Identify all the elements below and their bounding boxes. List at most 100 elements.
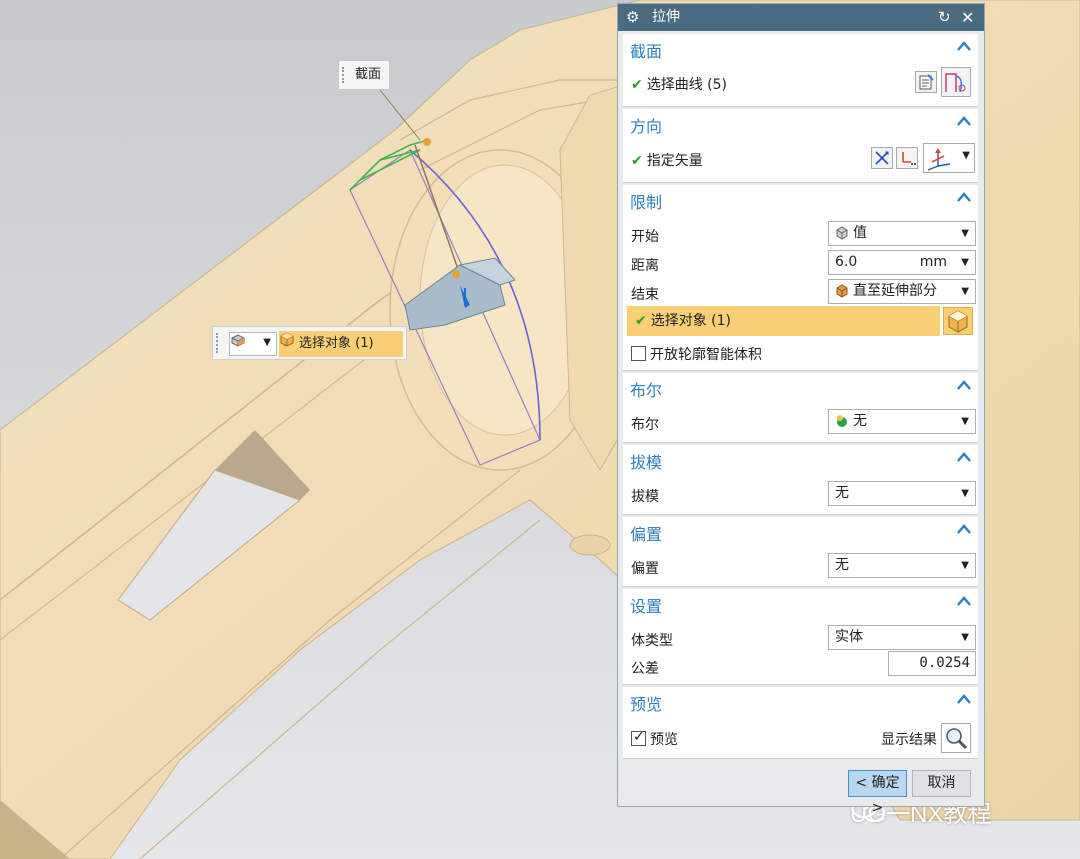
body-type-label: 体类型 xyxy=(631,633,673,649)
select-object-label: 选择对象 (1) xyxy=(650,313,732,329)
selection-mini-toolbar: ▼ ✔ 选择对象 (1) xyxy=(212,326,407,360)
body-type-dropdown[interactable]: 实体 ▼ xyxy=(828,625,976,650)
extrude-dialog: ⚙ 拉伸 ↻ ✕ 截面 ✔ 选择曲线 (5) 方向 ✔ 指定矢量 ▼ 限制 开始… xyxy=(617,3,985,816)
specify-vector-row[interactable]: ✔ 指定矢量 xyxy=(631,150,703,170)
select-curve-row[interactable]: ✔ 选择曲线 (5) xyxy=(631,74,727,94)
boolean-header[interactable]: 布尔 xyxy=(630,377,662,401)
section-callout-label: 截面 xyxy=(338,60,390,90)
offset-header[interactable]: 偏置 xyxy=(630,521,662,545)
section-group: 截面 ✔ 选择曲线 (5) xyxy=(623,34,978,107)
select-object-button[interactable] xyxy=(943,307,973,335)
select-object-row[interactable]: ✔ 选择对象 (1) xyxy=(627,306,940,336)
selection-filter-dropdown[interactable]: ▼ xyxy=(229,332,277,356)
offset-group: 偏置 偏置 无 ▼ xyxy=(623,517,978,587)
curve-button[interactable] xyxy=(941,67,971,97)
open-profile-checkbox[interactable] xyxy=(631,346,646,361)
boolean-value: 无 xyxy=(853,413,867,429)
boolean-none-icon xyxy=(837,415,847,427)
draft-dropdown[interactable]: 无 ▼ xyxy=(828,481,976,506)
collapse-icon[interactable] xyxy=(956,692,972,706)
select-object-label: 选择对象 (1) xyxy=(299,336,374,351)
start-value: 值 xyxy=(853,225,867,241)
collapse-icon[interactable] xyxy=(956,39,972,53)
curve-icon xyxy=(945,73,966,93)
limits-header[interactable]: 限制 xyxy=(630,189,662,213)
gear-icon[interactable]: ⚙ xyxy=(626,4,639,31)
draft-label: 拔模 xyxy=(631,489,659,505)
direction-header[interactable]: 方向 xyxy=(630,113,662,137)
boolean-dropdown[interactable]: 无 ▼ xyxy=(828,409,976,434)
collapse-icon[interactable] xyxy=(956,114,972,128)
distance-input[interactable]: 6.0 mm ▼ xyxy=(828,250,976,275)
preview-label: 预览 xyxy=(650,732,678,748)
preview-row[interactable]: 预览 xyxy=(631,729,678,749)
dialog-title: 拉伸 xyxy=(652,9,680,25)
offset-dropdown[interactable]: 无 ▼ xyxy=(828,553,976,578)
limits-group: 限制 开始 值 ▼ 距离 6.0 mm ▼ 结束 直至延伸部分 ▼ ✔ 选择对象 … xyxy=(623,185,978,371)
preview-group: 预览 预览 显示结果 xyxy=(623,687,978,759)
draft-value: 无 xyxy=(835,485,849,501)
body-type-value: 实体 xyxy=(835,629,863,645)
vector-type-dropdown[interactable]: ▼ xyxy=(923,143,975,173)
select-curve-label: 选择曲线 (5) xyxy=(646,77,728,93)
collapse-icon[interactable] xyxy=(956,190,972,204)
chevron-down-icon: ▼ xyxy=(962,150,970,161)
cube-icon xyxy=(948,310,968,333)
sketch-icon xyxy=(919,74,934,90)
chevron-down-icon: ▼ xyxy=(961,488,969,499)
distance-label: 距离 xyxy=(631,258,659,274)
chevron-down-icon: ▼ xyxy=(961,286,969,297)
show-result-label: 显示结果 xyxy=(881,732,937,748)
reverse-direction-button[interactable] xyxy=(871,147,893,169)
check-icon: ✔ xyxy=(631,153,643,169)
collapse-icon[interactable] xyxy=(956,450,972,464)
collapse-icon[interactable] xyxy=(956,378,972,392)
start-dropdown[interactable]: 值 ▼ xyxy=(828,221,976,246)
draft-header[interactable]: 拔模 xyxy=(630,449,662,473)
vector-dialog-button[interactable] xyxy=(896,147,918,169)
preview-checkbox[interactable] xyxy=(631,729,646,746)
chevron-down-icon: ▼ xyxy=(961,228,969,239)
select-object-field[interactable]: ✔ 选择对象 (1) xyxy=(279,331,403,357)
callout-text: 截面 xyxy=(355,67,382,82)
cube-icon[interactable] xyxy=(279,331,295,347)
specify-vector-label: 指定矢量 xyxy=(646,153,703,169)
until-extended-icon xyxy=(836,284,848,298)
settings-header[interactable]: 设置 xyxy=(630,593,662,617)
reverse-direction-icon xyxy=(875,151,889,165)
toolbar-grip[interactable] xyxy=(216,333,219,353)
ok-button[interactable]: < 确定 > xyxy=(848,770,907,816)
tolerance-input[interactable]: 0.0254 xyxy=(888,651,976,676)
tolerance-label: 公差 xyxy=(631,661,659,677)
preview-header[interactable]: 预览 xyxy=(630,691,662,715)
section-header[interactable]: 截面 xyxy=(630,38,662,62)
chevron-down-icon: ▼ xyxy=(961,257,969,268)
offset-value: 无 xyxy=(835,557,849,573)
end-value: 直至延伸部分 xyxy=(853,283,937,299)
boolean-group: 布尔 布尔 无 ▼ xyxy=(623,373,978,443)
chevron-down-icon: ▼ xyxy=(961,632,969,643)
open-profile-row[interactable]: 开放轮廓智能体积 xyxy=(631,344,762,364)
settings-group: 设置 体类型 实体 ▼ 公差 0.0254 xyxy=(623,589,978,685)
end-dropdown[interactable]: 直至延伸部分 ▼ xyxy=(828,279,976,304)
chevron-down-icon: ▼ xyxy=(263,337,271,348)
end-label: 结束 xyxy=(631,287,659,303)
solid-body-icon xyxy=(231,334,245,347)
close-icon[interactable]: ✕ xyxy=(961,4,974,31)
offset-label: 偏置 xyxy=(631,561,659,577)
dialog-titlebar[interactable]: ⚙ 拉伸 ↻ ✕ xyxy=(618,4,984,31)
show-result-button[interactable] xyxy=(941,723,971,753)
callout-grip[interactable] xyxy=(342,67,345,83)
start-label: 开始 xyxy=(631,229,659,245)
collapse-icon[interactable] xyxy=(956,594,972,608)
distance-value: 6.0 xyxy=(835,254,858,270)
vector-axis-icon xyxy=(927,148,951,171)
collapse-icon[interactable] xyxy=(956,522,972,536)
cancel-button[interactable]: 取消 xyxy=(912,770,971,797)
value-icon xyxy=(836,226,848,240)
sketch-section-button[interactable] xyxy=(915,71,937,93)
reset-icon[interactable]: ↻ xyxy=(938,4,951,31)
magnifier-icon xyxy=(946,728,968,750)
vector-dialog-icon xyxy=(902,152,916,165)
chevron-down-icon: ▼ xyxy=(961,416,969,427)
